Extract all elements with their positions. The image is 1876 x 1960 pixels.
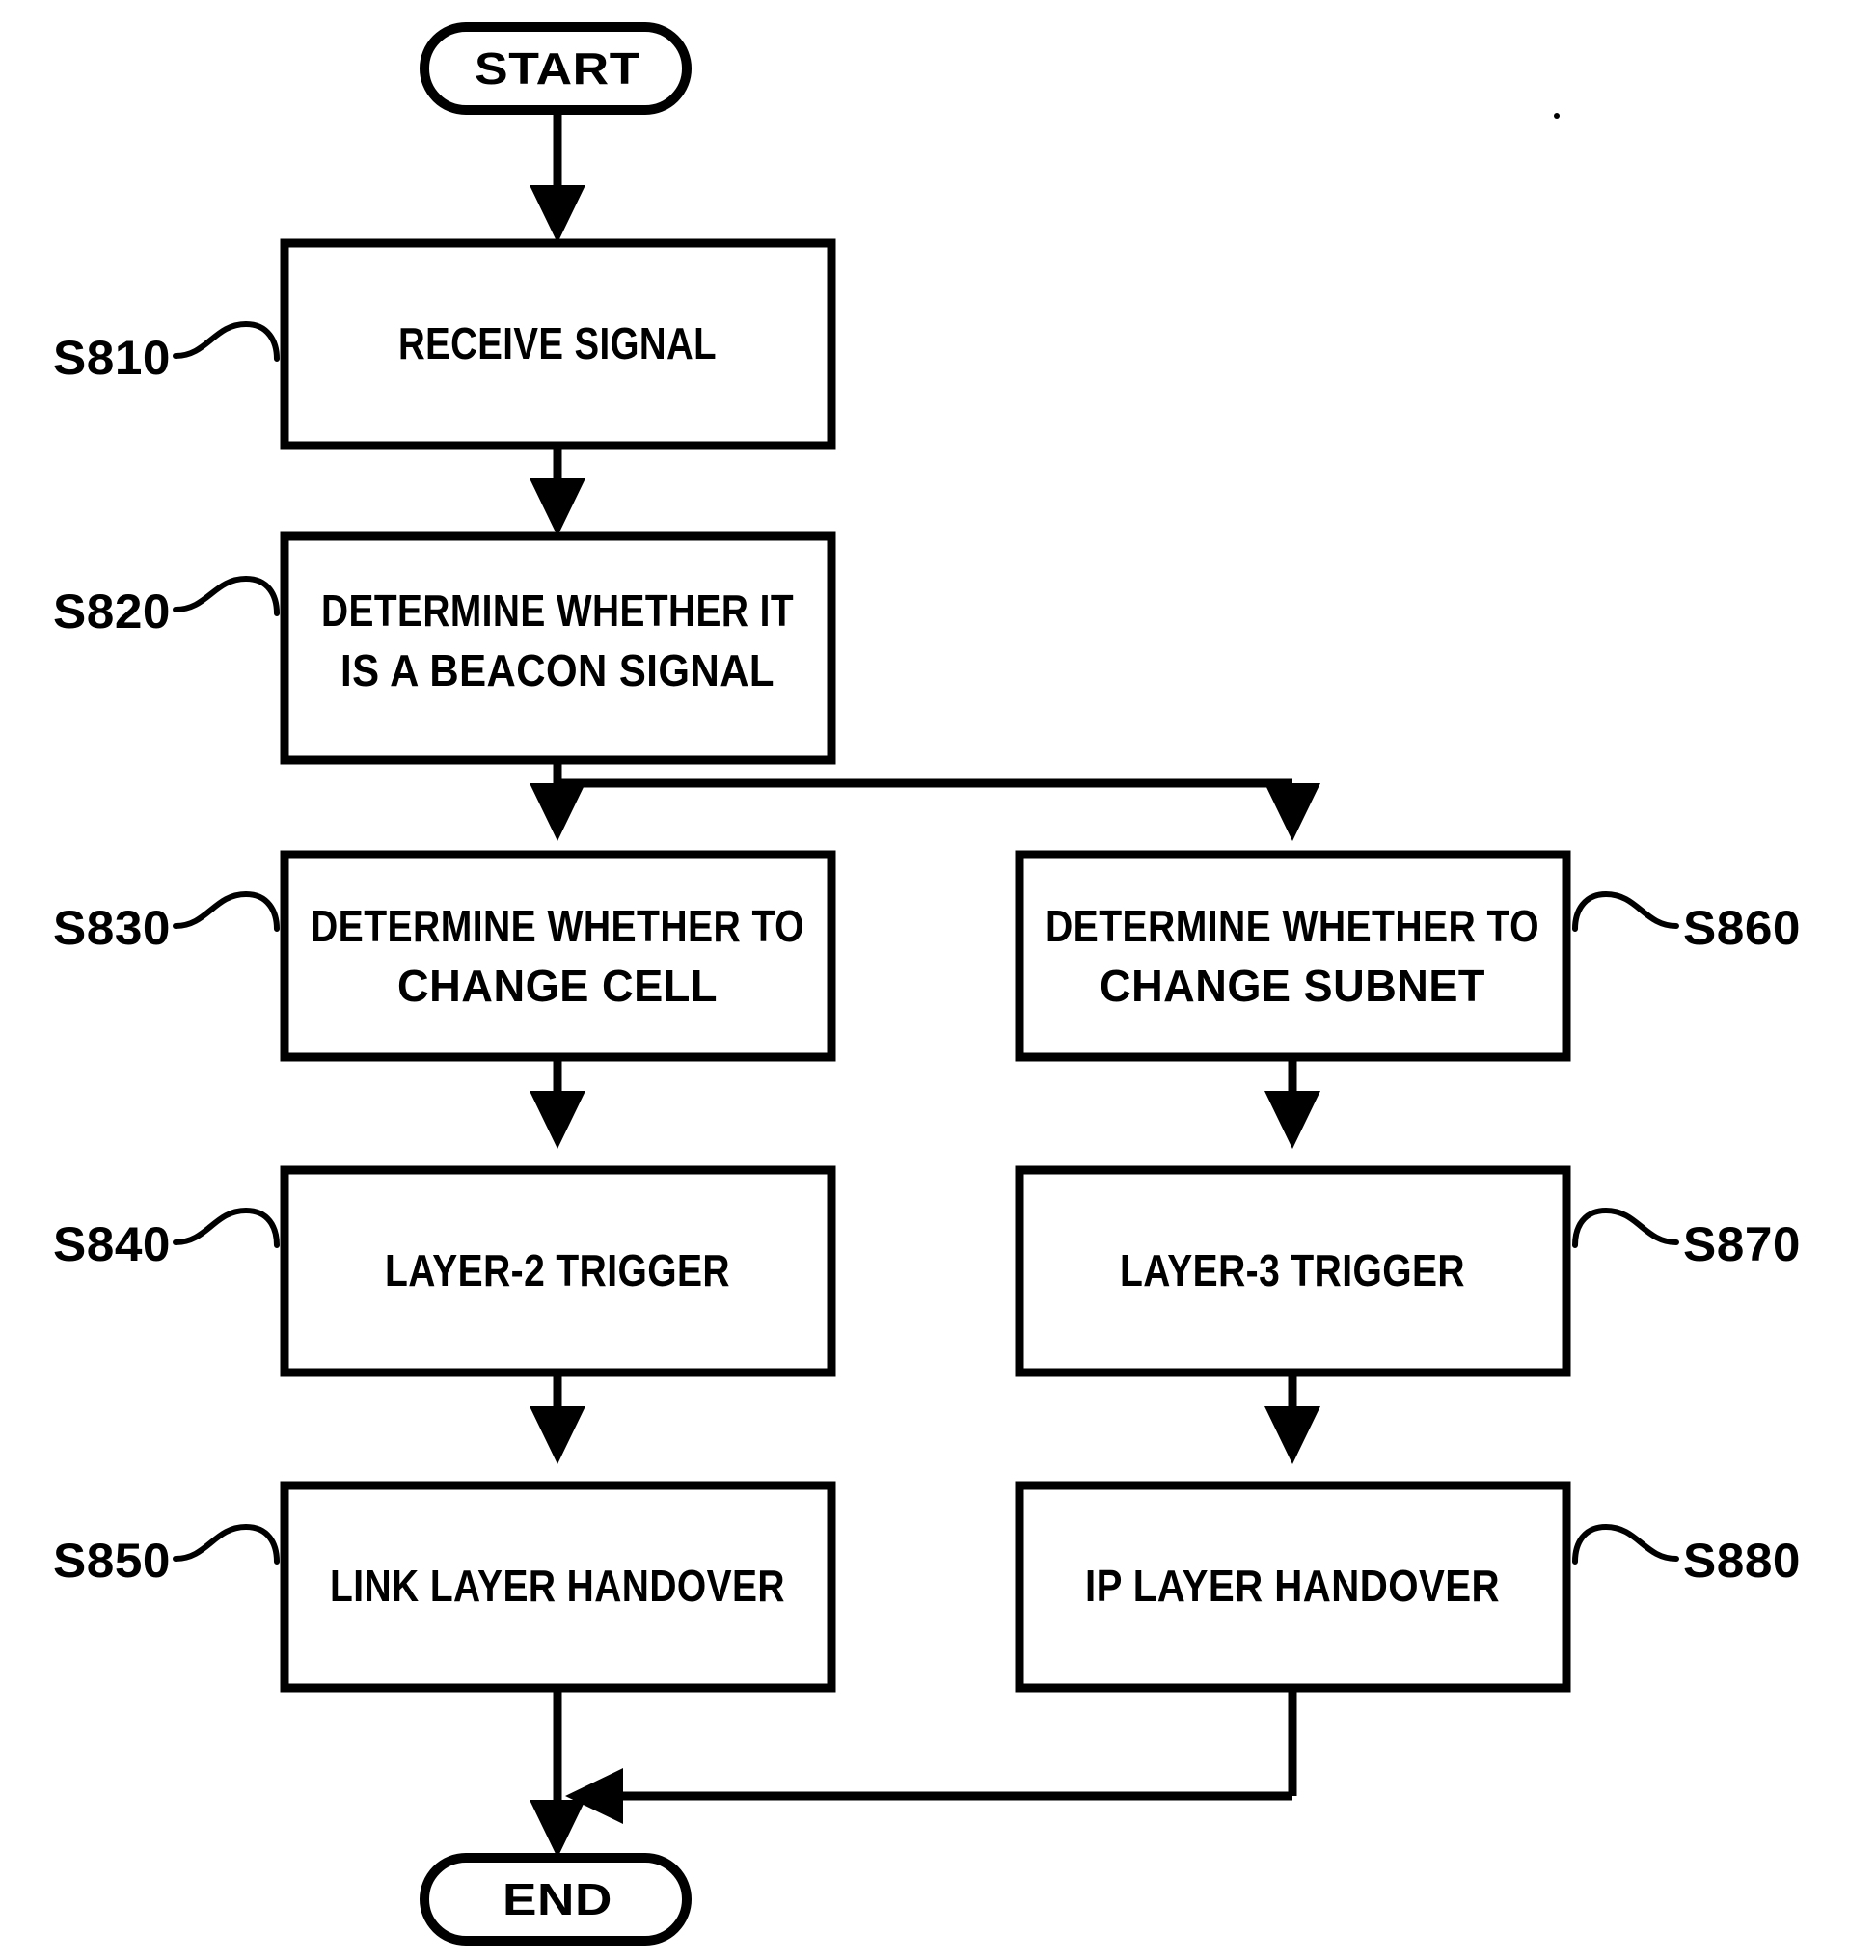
step-label-s820: S820	[53, 585, 171, 639]
s850-text-line-1: LINK LAYER HANDOVER	[330, 1561, 785, 1611]
edge-s850-to-end	[530, 1688, 585, 1858]
step-label-s850: S850	[53, 1534, 171, 1588]
leader-s850	[173, 1523, 280, 1565]
leader-s840	[173, 1207, 280, 1248]
leader-s810	[173, 320, 280, 362]
edge-s830-to-s840	[530, 1057, 585, 1149]
s810-text-line-1: RECEIVE SIGNAL	[398, 318, 717, 368]
edge-s870-to-s880	[1264, 1373, 1320, 1464]
edge-s840-to-s850	[530, 1373, 585, 1464]
step-label-s860: S860	[1683, 901, 1801, 955]
process-box-s820[interactable]: DETERMINE WHETHER IT IS A BEACON SIGNAL	[280, 531, 836, 765]
step-label-s830: S830	[53, 901, 171, 955]
s820-text-line-2: IS A BEACON SIGNAL	[340, 645, 775, 695]
edge-s820-branch-bus	[530, 760, 1320, 841]
process-box-s860[interactable]: DETERMINE WHETHER TO CHANGE SUBNET	[1015, 850, 1571, 1062]
terminator-end: END	[420, 1853, 692, 1946]
process-box-s850[interactable]: LINK LAYER HANDOVER	[280, 1481, 836, 1693]
process-box-s880[interactable]: IP LAYER HANDOVER	[1015, 1481, 1571, 1693]
leader-s870	[1572, 1207, 1679, 1248]
leader-s830	[173, 890, 280, 932]
s830-text-line-2: CHANGE CELL	[397, 961, 718, 1011]
leader-s820	[173, 575, 280, 616]
edge-s860-to-s870	[1264, 1057, 1320, 1149]
terminator-start: START	[420, 22, 692, 115]
step-label-s870: S870	[1683, 1217, 1801, 1271]
process-box-s870[interactable]: LAYER-3 TRIGGER	[1015, 1165, 1571, 1377]
s840-text-line-1: LAYER-2 TRIGGER	[385, 1245, 730, 1295]
edge-s880-to-end	[565, 1688, 1297, 1824]
leader-s880	[1572, 1523, 1679, 1565]
edge-start-to-s810	[530, 109, 585, 243]
s820-text-line-1: DETERMINE WHETHER IT	[321, 585, 794, 636]
end-label: END	[503, 1874, 612, 1924]
process-box-s840[interactable]: LAYER-2 TRIGGER	[280, 1165, 836, 1377]
s860-text-line-1: DETERMINE WHETHER TO	[1046, 901, 1539, 951]
s880-text-line-1: IP LAYER HANDOVER	[1085, 1561, 1500, 1611]
figure-canvas: START END RECEIVE SIGNAL DETERMINE WHETH…	[0, 0, 1876, 1960]
s830-text-line-1: DETERMINE WHETHER TO	[311, 901, 804, 951]
edge-s810-to-s820	[530, 446, 585, 536]
scan-speck	[1554, 113, 1560, 119]
s860-text-line-2: CHANGE SUBNET	[1100, 961, 1485, 1011]
step-label-s880: S880	[1683, 1534, 1801, 1588]
step-label-s810: S810	[53, 331, 171, 385]
process-box-s830[interactable]: DETERMINE WHETHER TO CHANGE CELL	[280, 850, 836, 1062]
process-box-s810[interactable]: RECEIVE SIGNAL	[280, 238, 836, 450]
start-label: START	[475, 43, 640, 94]
step-label-s840: S840	[53, 1217, 171, 1271]
s870-text-line-1: LAYER-3 TRIGGER	[1120, 1245, 1465, 1295]
leader-s860	[1572, 890, 1679, 932]
flowchart-svg: START END RECEIVE SIGNAL DETERMINE WHETH…	[53, 22, 1801, 1946]
